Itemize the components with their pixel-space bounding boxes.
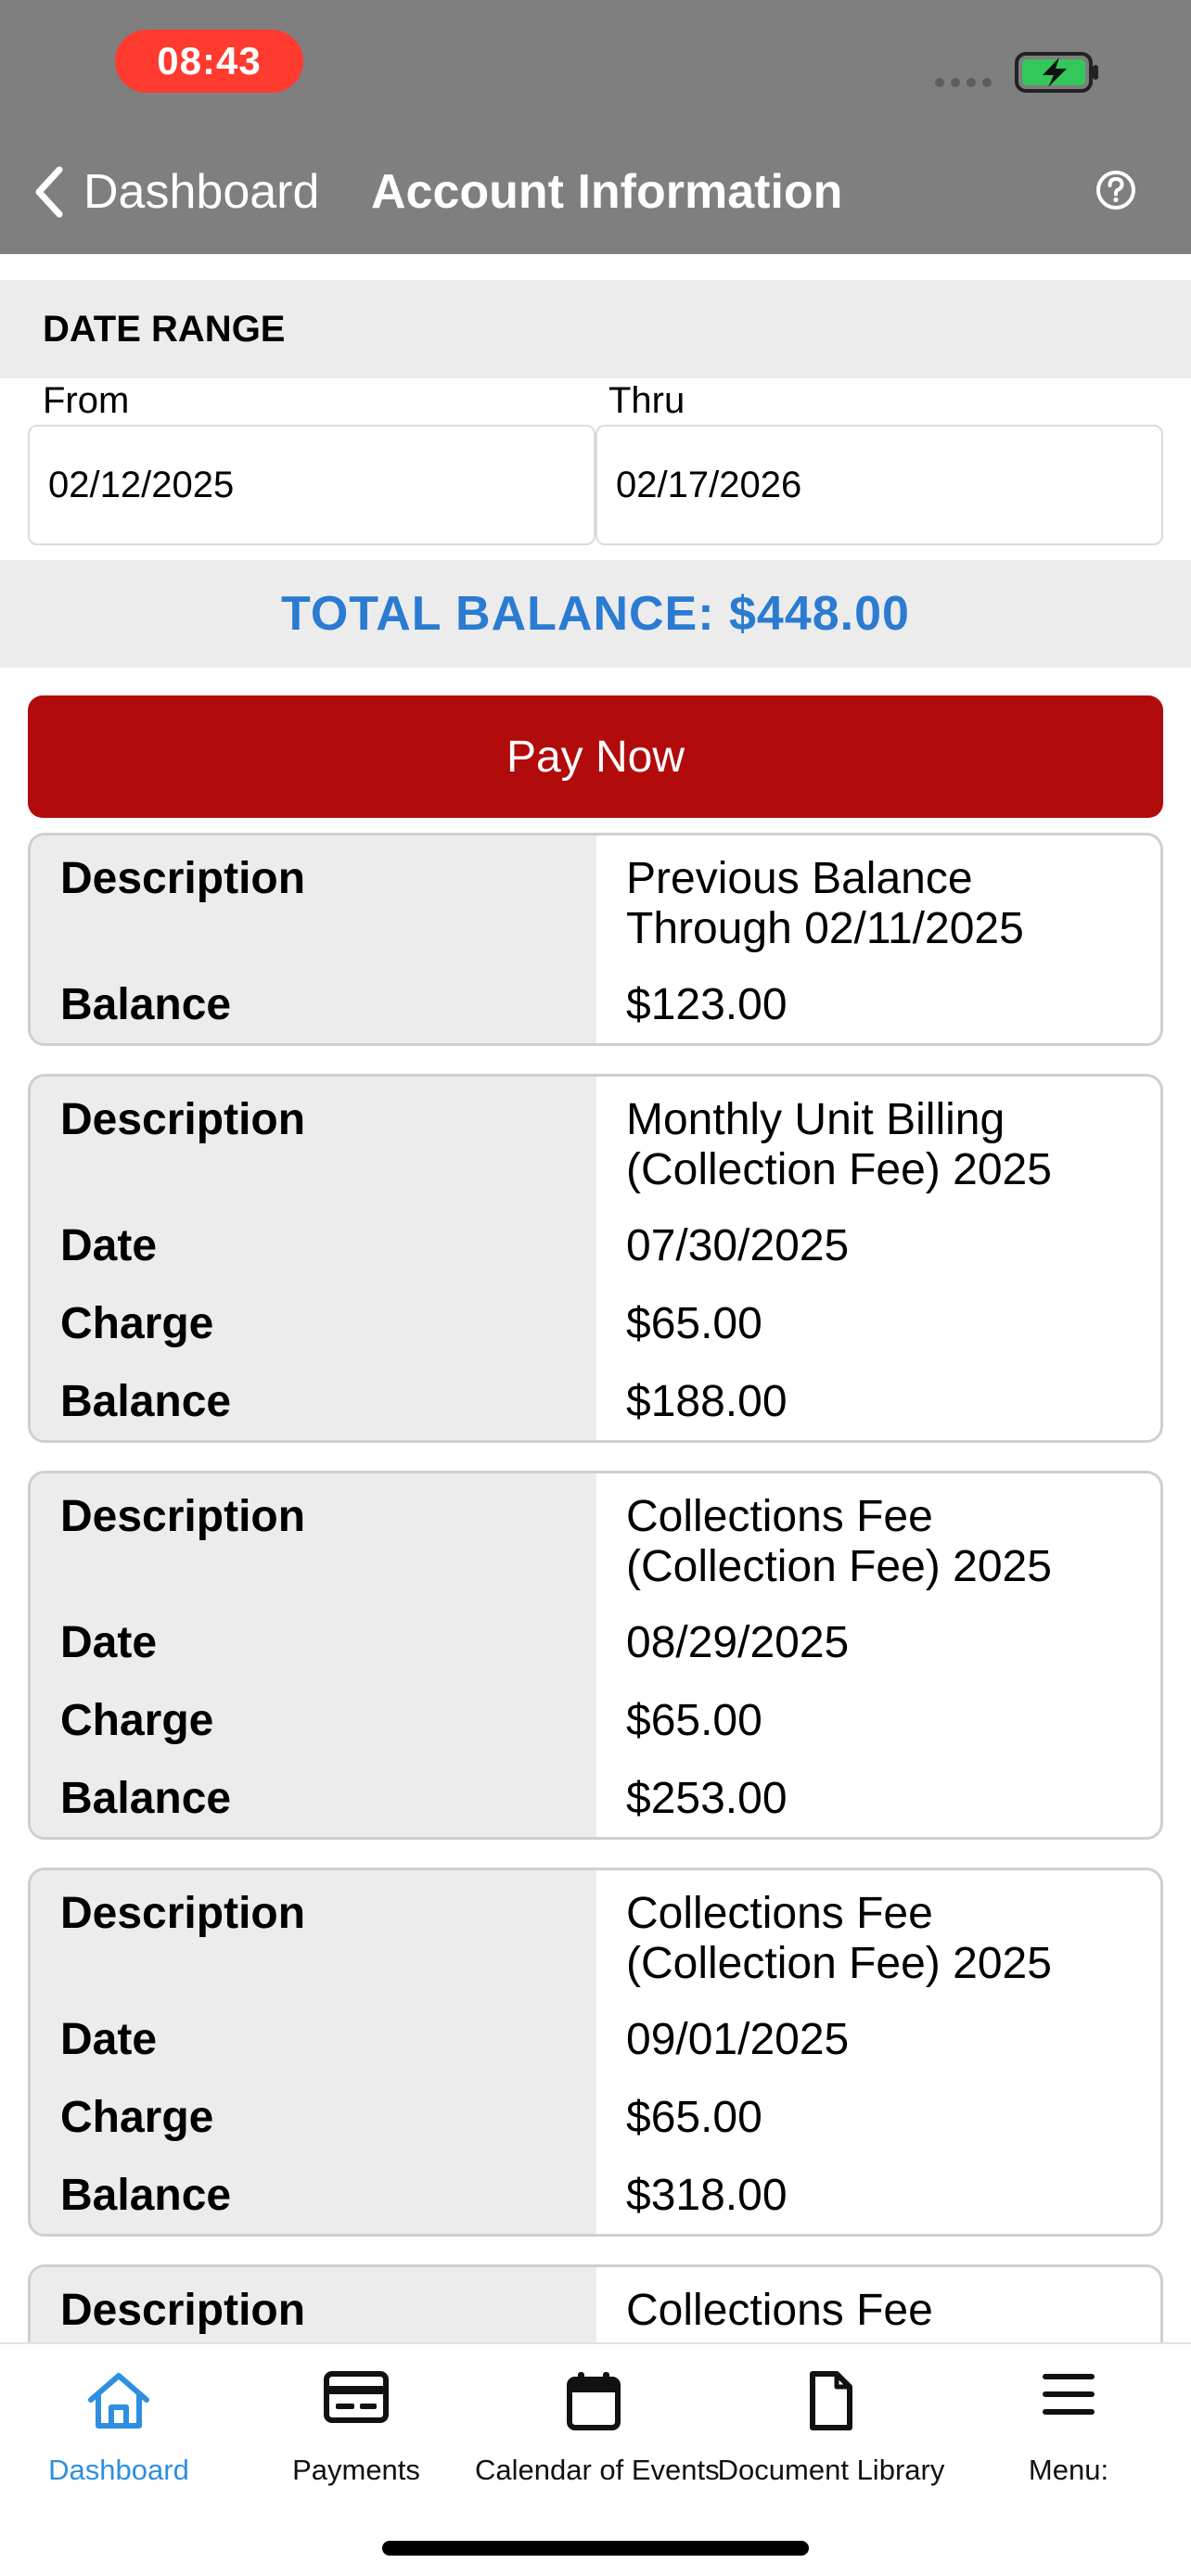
chevron-left-icon [35,166,63,218]
total-balance: TOTAL BALANCE: $448.00 [0,560,1191,668]
thru-label: Thru [608,380,685,421]
tab-label: Dashboard [48,2454,189,2486]
row-label: Charge [60,1299,214,1348]
transaction-card: Description Monthly Unit Billing (Collec… [28,1074,1163,1443]
help-icon[interactable] [1095,169,1137,211]
menu-icon [1043,2374,1095,2415]
tab-label: Document Library [717,2454,945,2486]
row-label: Description [60,854,306,903]
payment-card-icon [324,2371,389,2423]
row-value: $65.00 [626,1696,762,1745]
row-label: Description [60,1889,306,1938]
cellular-signal-icon [935,78,992,87]
row-value: $65.00 [626,1299,762,1348]
row-label: Description [60,1095,306,1144]
row-value: Collections Fee (Collection Fee) 2025 [626,1492,1052,1591]
row-label: Description [60,1492,306,1541]
from-date-field[interactable]: 02/12/2025 [28,425,596,545]
tab-bar: Dashboard Payments Calendar of Events Do… [0,2342,1191,2576]
row-label: Balance [60,2171,232,2220]
row-value: 08/29/2025 [626,1618,850,1667]
tab-calendar-of-events[interactable]: Calendar of Events [475,2344,720,2493]
row-value: Collections Fee (Collection Fee) 2025 [626,1889,1052,1988]
tab-document-library[interactable]: Document Library [712,2344,950,2493]
row-label: Balance [60,980,232,1029]
transaction-card: Description Collections Fee (Collection … [28,1868,1163,2237]
tab-label: Menu: [1028,2454,1109,2486]
home-icon [88,2373,149,2429]
thru-date-field[interactable]: 02/17/2026 [596,425,1163,545]
row-label: Balance [60,1774,232,1823]
tab-menu[interactable]: Menu: [950,2344,1187,2493]
row-label: Description [60,2286,306,2335]
row-label: Date [60,1221,158,1270]
tab-payments[interactable]: Payments [237,2344,475,2493]
document-icon [810,2371,852,2430]
tab-dashboard[interactable]: Dashboard [0,2344,237,2493]
row-value: $65.00 [626,2093,762,2142]
row-value: 07/30/2025 [626,1221,850,1270]
back-label: Dashboard [83,165,320,219]
row-value: Monthly Unit Billing (Collection Fee) 20… [626,1095,1052,1194]
battery-charging-icon [1015,52,1098,93]
row-value: $188.00 [626,1377,788,1426]
row-label: Date [60,1618,158,1667]
transaction-card: Description Collections Fee (Collection … [28,1471,1163,1840]
page-title: Account Information [371,165,843,219]
back-button[interactable]: Dashboard [33,159,319,224]
calendar-icon [567,2372,621,2430]
row-label: Charge [60,1696,214,1745]
home-indicator[interactable] [382,2541,809,2556]
row-value: $318.00 [626,2171,788,2220]
status-time: 08:43 [115,30,303,93]
row-label: Balance [60,1377,232,1426]
row-value: $123.00 [626,980,788,1029]
tab-label: Calendar of Events [475,2454,720,2486]
transaction-card: Description Previous Balance Through 02/… [28,833,1163,1046]
row-value: 09/01/2025 [626,2015,850,2064]
date-range-header: DATE RANGE [0,280,1191,378]
tab-label: Payments [292,2454,420,2486]
row-value: $253.00 [626,1774,788,1823]
pay-now-button[interactable]: Pay Now [28,695,1163,818]
navigation-bar: 08:43 Dashboard Account Information [0,0,1191,254]
from-label: From [43,380,130,421]
row-value: Previous Balance Through 02/11/2025 [626,854,1024,953]
row-label: Date [60,2015,158,2064]
row-label: Charge [60,2093,214,2142]
